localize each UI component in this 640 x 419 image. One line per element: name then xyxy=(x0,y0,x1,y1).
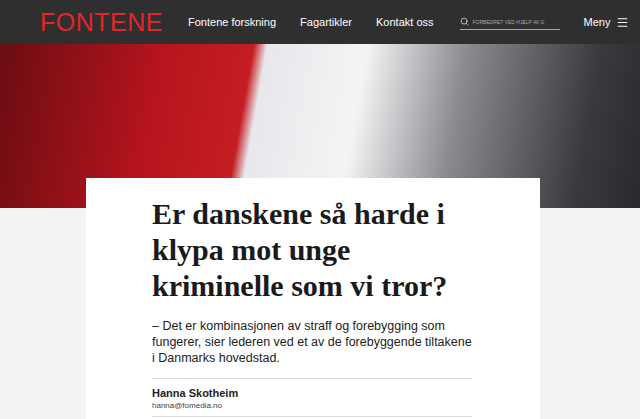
search-placeholder: FORBEDRET VED HJELP AV G xyxy=(473,19,545,25)
article-title: Er danskene så harde i klypa mot unge kr… xyxy=(152,196,472,304)
logo[interactable]: FONTENE xyxy=(40,8,188,37)
article-card: Er danskene så harde i klypa mot unge kr… xyxy=(86,178,540,419)
site-header: FONTENEFontene forskning Fagartikler Konta… xyxy=(0,0,640,44)
author-name[interactable]: Hanna Skotheim xyxy=(152,387,472,399)
article-lede: – Det er kombinasjonen av straff og fore… xyxy=(152,318,472,366)
nav-item[interactable]: Fagartikler xyxy=(300,16,352,28)
nav-item[interactable]: Fontene forskning xyxy=(188,16,276,28)
page: FONTENEFontene forskning Fagartikler Konta… xyxy=(0,0,640,419)
byline: Hanna Skotheim hanna@fomedia.no xyxy=(152,378,472,417)
hamburger-icon xyxy=(616,16,629,29)
menu-button[interactable]: Meny xyxy=(584,16,630,29)
nav-item[interactable]: Kontakt oss xyxy=(376,16,433,28)
main-nav: Fontene forskning Fagartikler Kontakt oss xyxy=(188,16,434,28)
author-email[interactable]: hanna@fomedia.no xyxy=(152,401,472,410)
search-icon xyxy=(460,17,469,26)
search-field[interactable]: FORBEDRET VED HJELP AV G xyxy=(460,14,560,30)
